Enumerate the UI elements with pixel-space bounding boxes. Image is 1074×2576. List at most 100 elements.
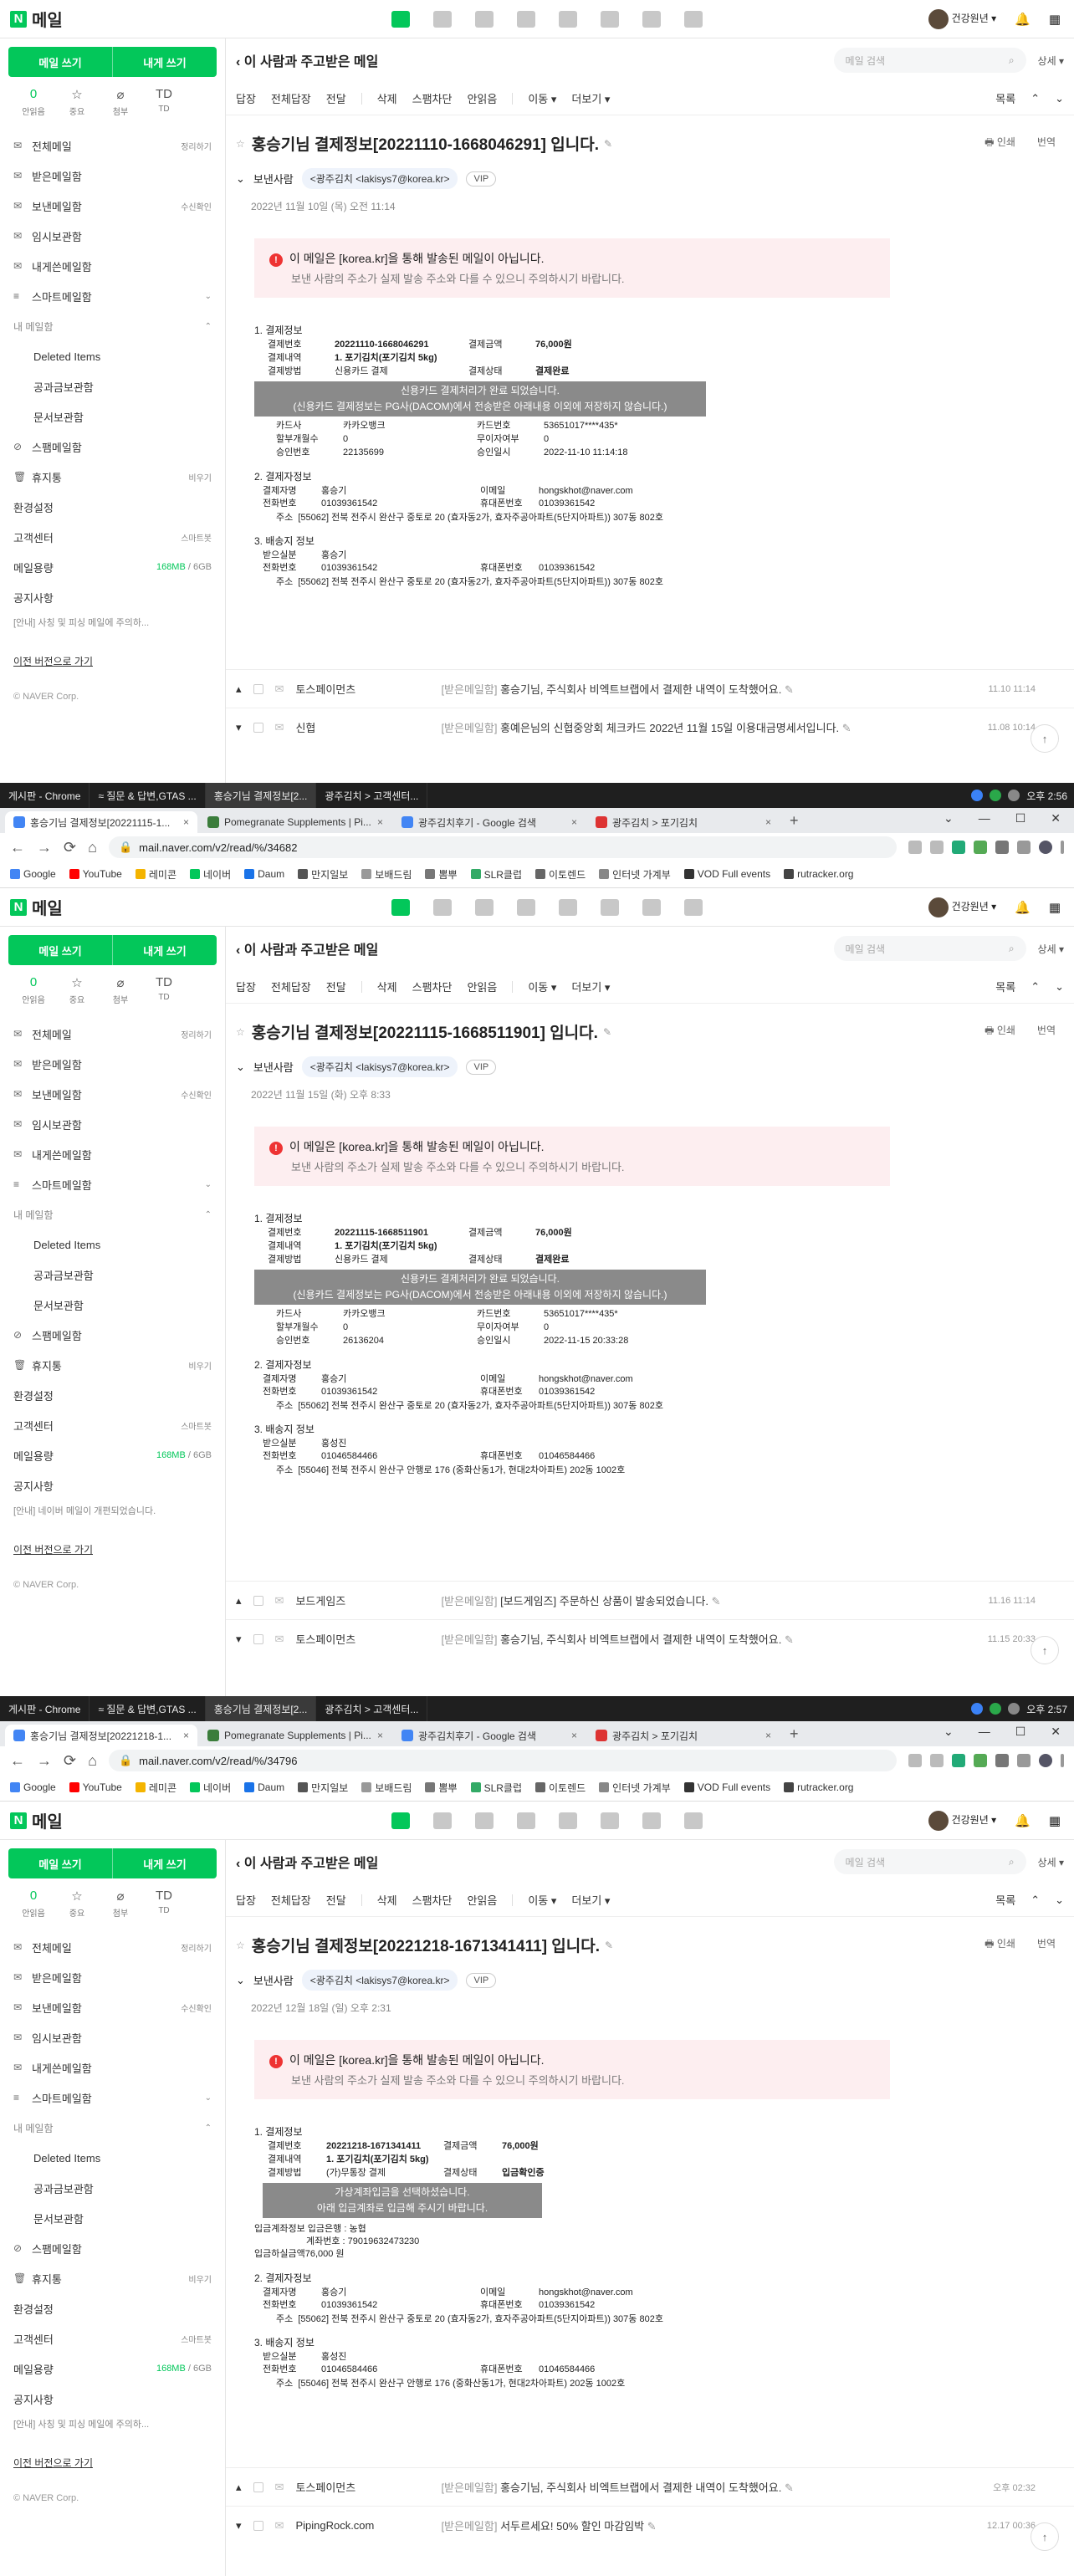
minimize-icon[interactable]: — [979, 1725, 990, 1739]
my-folder-item[interactable]: 문서보관함 [0, 2203, 225, 2233]
bookmark[interactable]: YouTube [69, 1781, 122, 1793]
list-item[interactable]: ▴ ✉ 보드게임즈 [받은메일함] [보드게임즈] 주문하신 상품이 발송되었습니다.… [226, 1581, 1074, 1619]
bookmark[interactable]: Google [10, 868, 56, 880]
edit-icon[interactable]: ✎ [785, 683, 794, 696]
toolbar-button[interactable]: 안읽음 [467, 90, 497, 106]
write-mail-button[interactable]: 메일 쓰기 [8, 47, 113, 77]
support-link[interactable]: 고객센터 스마트봇 [0, 522, 225, 552]
my-folder-item[interactable]: Deleted Items [0, 2143, 225, 2173]
close-tab-icon[interactable]: × [765, 1730, 771, 1741]
mail-logo[interactable]: N 메일 [0, 7, 184, 31]
bookmark[interactable]: 뽐뿌 [425, 867, 458, 882]
edit-icon[interactable]: ✎ [785, 1633, 794, 1646]
bell-icon[interactable]: 🔔 [1015, 1813, 1031, 1828]
service-app-icon[interactable] [684, 898, 703, 916]
my-folder-item[interactable]: 공과금보관함 [0, 2173, 225, 2203]
my-folder-item[interactable]: Deleted Items [0, 1229, 225, 1260]
folder-item[interactable]: ✉ 받은메일함 [0, 161, 225, 191]
smart-mailbox[interactable]: ≡ 스마트메일함 ⌄ [0, 281, 225, 311]
toolbar-button[interactable]: 삭제 [377, 1892, 397, 1908]
chevron-down-icon[interactable]: ⌄ [205, 292, 212, 301]
quick-filter[interactable]: ⌀ 첨부 [99, 1889, 142, 1919]
taskbar-item[interactable]: 게시판 - Chrome [0, 783, 90, 808]
toolbar-button[interactable]: 전달 [326, 1892, 346, 1908]
checkbox[interactable] [253, 2481, 263, 2492]
chevron-down-icon[interactable]: ▾ [236, 1633, 242, 1646]
folder-item[interactable]: ✉ 내게쓴메일함 [0, 1139, 225, 1169]
star-icon[interactable]: ☆ [236, 1940, 245, 1951]
grid-menu-icon[interactable]: ▦ [1049, 900, 1061, 915]
bookmark[interactable]: 이토렌드 [535, 867, 586, 882]
taskbar-item[interactable]: ≈ 질문 & 답변,GTAS ... [90, 1696, 206, 1721]
vip-button[interactable]: VIP [466, 1059, 497, 1075]
toolbar-button[interactable]: 전체답장 [271, 90, 311, 106]
list-item[interactable]: ▾ ✉ 토스페이먼츠 [받은메일함] 홍승기님, 주식회사 비엑트브랩에서 결제한 내… [226, 1619, 1074, 1658]
taskbar-item[interactable]: 광주김치 > 고객센터... [316, 1696, 428, 1721]
toolbar-button[interactable]: 안읽음 [467, 979, 497, 994]
bell-icon[interactable]: 🔔 [1015, 900, 1031, 915]
bookmark[interactable]: Google [10, 1781, 56, 1793]
back-to-list[interactable]: ‹ 이 사람과 주고받은 메일 [236, 1852, 378, 1872]
list-item[interactable]: ▴ ✉ 토스페이먼츠 [받은메일함] 홍승기님, 주식회사 비엑트브랩에서 결제한 내… [226, 2467, 1074, 2506]
bookmark[interactable]: rutracker.org [784, 1781, 853, 1793]
spam-folder[interactable]: ⊘ 스팸메일함 [0, 432, 225, 462]
toolbar-button[interactable]: 전달 [326, 90, 346, 106]
bookmark[interactable]: rutracker.org [784, 868, 853, 880]
quick-filter[interactable]: ☆ 중요 [55, 87, 99, 117]
service-app-icon[interactable] [517, 1812, 535, 1829]
chevron-down-icon[interactable]: ⌄ [944, 1725, 954, 1739]
taskbar-item[interactable]: ≈ 질문 & 답변,GTAS ... [90, 783, 206, 808]
trash-folder[interactable]: 🗑 휴지통 비우기 [0, 2263, 225, 2293]
service-app-icon[interactable] [642, 898, 661, 916]
empty-trash-button[interactable]: 비우기 [188, 2272, 212, 2285]
folder-item[interactable]: ✉ 보낸메일함 수신확인 [0, 1992, 225, 2022]
detail-search-button[interactable]: 상세 ▾ [1038, 942, 1064, 956]
toolbar-button[interactable]: 전체답장 [271, 979, 311, 994]
vip-button[interactable]: VIP [466, 171, 497, 187]
maximize-icon[interactable]: ☐ [1015, 811, 1026, 825]
scroll-top-icon[interactable]: ↑ [1031, 1636, 1059, 1664]
my-mailbox-header[interactable]: 내 메일함 ⌃ [0, 311, 225, 341]
back-icon[interactable]: ← [10, 839, 25, 856]
scroll-top-icon[interactable]: ↑ [1031, 724, 1059, 753]
support-link[interactable]: 고객센터 스마트봇 [0, 2323, 225, 2354]
chevron-down-icon[interactable]: ⌄ [236, 172, 245, 186]
bell-icon[interactable]: 🔔 [1015, 12, 1031, 27]
notice-link[interactable]: 공지사항 [0, 2384, 225, 2414]
close-icon[interactable]: ✕ [1051, 1725, 1061, 1739]
browser-tab[interactable]: Pomegranate Supplements | Pi... × [199, 811, 391, 833]
tray-icon[interactable] [1008, 1703, 1020, 1715]
toolbar-button[interactable]: 답장 [236, 1892, 256, 1908]
puzzle-icon[interactable] [995, 841, 1009, 854]
home-icon[interactable]: ⌂ [88, 839, 97, 856]
extension-icon[interactable] [952, 1754, 965, 1767]
my-folder-item[interactable]: Deleted Items [0, 341, 225, 371]
folder-item[interactable]: ✉ 임시보관함 [0, 221, 225, 251]
notice-link[interactable]: 공지사항 [0, 582, 225, 612]
grid-menu-icon[interactable]: ▦ [1049, 12, 1061, 27]
quick-filter[interactable]: TD TD [142, 975, 186, 1005]
service-app-icon[interactable] [642, 1812, 661, 1829]
toolbar-button[interactable]: 안읽음 [467, 1892, 497, 1908]
extension-icon[interactable] [974, 841, 987, 854]
close-tab-icon[interactable]: × [571, 816, 577, 828]
print-button[interactable]: 🖶 인쇄 [984, 1023, 1015, 1040]
folder-item[interactable]: ✉ 보낸메일함 수신확인 [0, 191, 225, 221]
quick-filter[interactable]: ⌀ 첨부 [99, 975, 142, 1005]
settings-link[interactable]: 환경설정 [0, 2293, 225, 2323]
chevron-down-icon[interactable]: ⌄ [944, 811, 954, 825]
quick-filter[interactable]: 0 안읽음 [12, 87, 55, 117]
service-app-icon[interactable] [642, 10, 661, 28]
browser-tab[interactable]: 광주김치 > 포기김치 × [587, 1725, 780, 1746]
search-icon[interactable]: ⌕ [1009, 54, 1015, 67]
bookmark[interactable]: Daum [244, 868, 284, 880]
reload-icon[interactable]: ⟳ [64, 1752, 76, 1770]
tray-icon[interactable] [971, 790, 984, 801]
search-input[interactable]: 메일 검색 ⌕ [833, 1849, 1026, 1874]
service-app-icon[interactable] [684, 1812, 703, 1829]
share-icon[interactable] [908, 841, 922, 854]
close-icon[interactable]: ✕ [1051, 811, 1061, 825]
chevron-up-icon[interactable]: ⌃ [205, 1210, 212, 1219]
browser-tab[interactable]: 홍승기님 결제정보[20221115-1... × [5, 811, 197, 833]
toolbar-button[interactable]: 스팸차단 [412, 90, 453, 106]
